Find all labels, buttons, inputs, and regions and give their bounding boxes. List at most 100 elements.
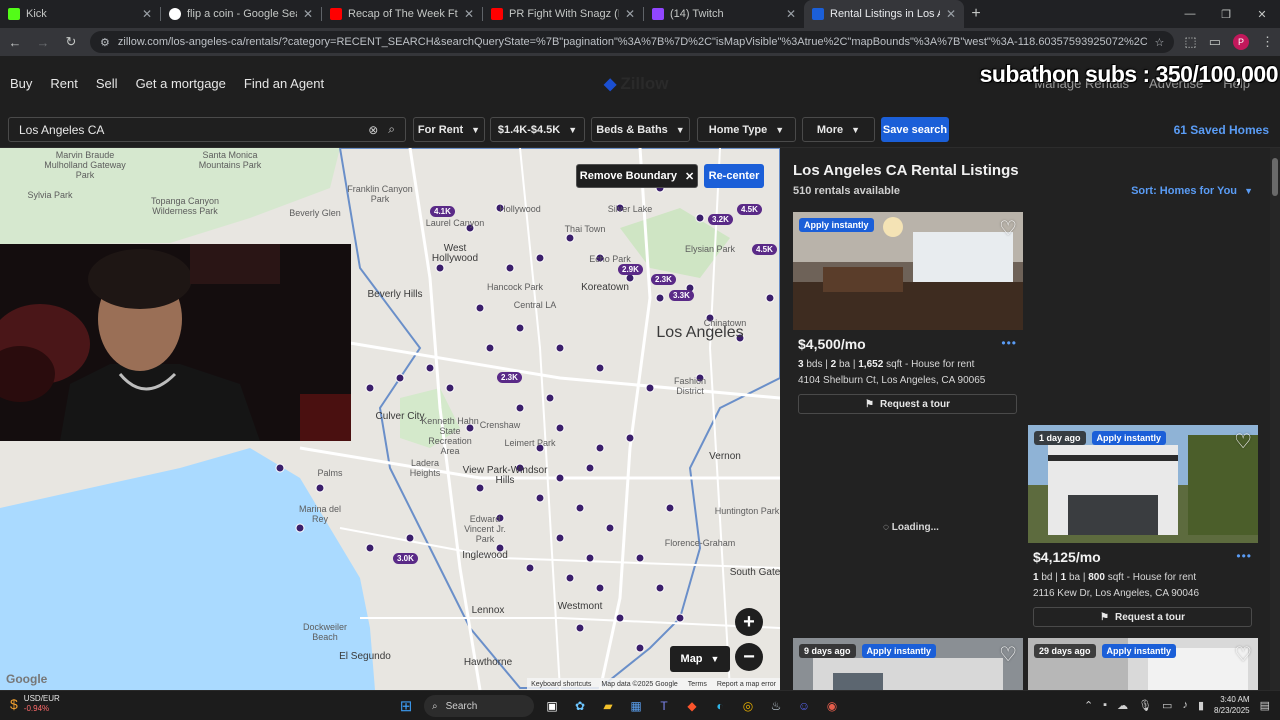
close-window-button[interactable]: ✕	[1244, 0, 1280, 28]
nav-find-agent[interactable]: Find an Agent	[244, 76, 324, 91]
task-view-icon[interactable]: ▣	[542, 696, 562, 716]
request-tour-button[interactable]: ⚑ Request a tour	[798, 394, 1017, 414]
close-icon[interactable]: ✕	[946, 7, 956, 21]
maximize-button[interactable]: ❐	[1208, 0, 1244, 28]
profile-avatar[interactable]: P	[1233, 34, 1249, 50]
listing-card[interactable]: 29 days ago Apply instantly ♡	[1028, 638, 1258, 690]
taskbar-search[interactable]: ⌕ Search	[424, 695, 534, 717]
listing-card[interactable]: 1 day ago Apply instantly ♡ $4,125/mo ••…	[1028, 425, 1258, 635]
recenter-button[interactable]: Re-center	[704, 164, 764, 188]
price-pill[interactable]: 2.3K	[497, 372, 522, 383]
microphone-icon[interactable]: 🎙	[1138, 699, 1152, 712]
close-icon[interactable]: ✕	[786, 7, 796, 21]
listing-card[interactable]: Apply instantly ♡ $4,500/mo ••• 3 bds | …	[793, 212, 1023, 422]
file-explorer-icon[interactable]: ▰	[598, 696, 618, 716]
url-input[interactable]: ⚙ zillow.com/los-angeles-ca/rentals/?cat…	[90, 31, 1175, 53]
price-pill[interactable]: 3.3K	[669, 290, 694, 301]
heart-icon[interactable]: ♡	[999, 216, 1017, 241]
steam-icon[interactable]: ♨	[766, 696, 786, 716]
price-pill[interactable]: 4.5K	[752, 244, 777, 255]
copilot-icon[interactable]: ✿	[570, 696, 590, 716]
chrome-active-icon[interactable]: ◉	[822, 696, 842, 716]
zillow-logo[interactable]: ◆ Zillow	[604, 74, 668, 94]
menu-icon[interactable]: ⋮	[1261, 34, 1274, 50]
volume-icon[interactable]: ♪	[1182, 699, 1188, 711]
close-icon[interactable]: ✕	[142, 7, 152, 21]
reload-button[interactable]: ↻	[62, 34, 80, 50]
listing-photo[interactable]: 1 day ago Apply instantly ♡	[1028, 425, 1258, 543]
listing-address[interactable]: 2116 Kew Dr, Los Angeles, CA 90046	[1033, 588, 1199, 599]
close-icon[interactable]: ✕	[625, 7, 635, 21]
request-tour-button[interactable]: ⚑ Request a tour	[1033, 607, 1252, 627]
brave-icon[interactable]: ◆	[682, 696, 702, 716]
search-icon[interactable]: ⌕	[388, 122, 395, 137]
bookmark-star-icon[interactable]: ☆	[1155, 36, 1165, 49]
clear-icon[interactable]: ⊗	[368, 123, 378, 137]
windows-start-icon[interactable]: ⊞	[396, 696, 416, 716]
extensions-icon[interactable]: ⬚	[1184, 34, 1196, 50]
price-pill[interactable]: 4.5K	[737, 204, 762, 215]
map-type-dropdown[interactable]: Map ▼	[670, 646, 730, 672]
nav-mortgage[interactable]: Get a mortgage	[136, 76, 226, 91]
battery-icon[interactable]: ▮	[1198, 699, 1204, 712]
tab-youtube-fight[interactable]: PR Fight With Snagz (Meets Up ✕	[483, 0, 643, 28]
saved-homes-link[interactable]: 61 Saved Homes	[1174, 123, 1269, 137]
more-options-icon[interactable]: •••	[1001, 336, 1017, 350]
ticker-widget[interactable]: $ USD/EUR -0.94%	[10, 694, 60, 714]
report-error-link[interactable]: Report a map error	[717, 681, 776, 688]
price-pill[interactable]: 3.2K	[708, 214, 733, 225]
side-panel-icon[interactable]: ▭	[1209, 34, 1221, 50]
tab-youtube-recap[interactable]: Recap of The Week Ft. Prbeenst ✕	[322, 0, 482, 28]
nav-sell[interactable]: Sell	[96, 76, 118, 91]
heart-icon[interactable]: ♡	[1234, 429, 1252, 454]
tab-zillow[interactable]: Rental Listings in Los Angeles C ✕	[804, 0, 964, 28]
back-button[interactable]: ←	[6, 35, 24, 50]
home-type-filter[interactable]: Home Type ▼	[697, 117, 796, 142]
listing-address[interactable]: 4104 Shelburn Ct, Los Angeles, CA 90065	[798, 375, 985, 386]
app-tray-icon[interactable]: ▪	[1103, 699, 1107, 711]
listing-photo[interactable]: 29 days ago Apply instantly ♡	[1028, 638, 1258, 690]
terms-link[interactable]: Terms	[688, 681, 707, 688]
listing-photo[interactable]: 9 days ago Apply instantly ♡	[793, 638, 1023, 690]
zoom-out-button[interactable]: −	[735, 643, 763, 671]
price-pill[interactable]: 2.3K	[651, 274, 676, 285]
more-filter[interactable]: More ▼	[802, 117, 875, 142]
nav-buy[interactable]: Buy	[10, 76, 32, 91]
price-pill[interactable]: 2.9K	[618, 264, 643, 275]
listings-scrollbar[interactable]	[1270, 148, 1280, 690]
price-filter[interactable]: $1.4K-$4.5K ▼	[490, 117, 585, 142]
tab-kick[interactable]: Kick ✕	[0, 0, 160, 28]
remove-boundary-button[interactable]: Remove Boundary ✕	[576, 164, 698, 188]
more-options-icon[interactable]: •••	[1236, 549, 1252, 563]
save-search-button[interactable]: Save search	[881, 117, 949, 142]
sort-dropdown[interactable]: Sort: Homes for You ▼	[1131, 185, 1253, 197]
heart-icon[interactable]: ♡	[999, 642, 1017, 667]
price-pill[interactable]: 3.0K	[393, 553, 418, 564]
tab-twitch[interactable]: (14) Twitch ✕	[644, 0, 804, 28]
chrome-icon[interactable]: ◎	[738, 696, 758, 716]
notifications-icon[interactable]: ▤	[1260, 699, 1270, 712]
tab-google-search[interactable]: flip a coin - Google Search ✕	[161, 0, 321, 28]
minimize-button[interactable]: —	[1172, 0, 1208, 28]
nav-rent[interactable]: Rent	[50, 76, 77, 91]
close-icon[interactable]: ✕	[464, 7, 474, 21]
heart-icon[interactable]: ♡	[1234, 642, 1252, 667]
forward-button[interactable]: →	[34, 35, 52, 50]
listing-card[interactable]: 9 days ago Apply instantly ♡	[793, 638, 1023, 690]
keyboard-shortcuts-link[interactable]: Keyboard shortcuts	[531, 681, 591, 688]
tray-overflow-icon[interactable]: ⌃	[1084, 699, 1093, 712]
new-tab-button[interactable]: +	[964, 5, 988, 23]
close-icon[interactable]: ✕	[303, 7, 313, 21]
zoom-in-button[interactable]: +	[735, 608, 763, 636]
network-icon[interactable]: ▭	[1162, 699, 1172, 712]
site-info-icon[interactable]: ⚙	[100, 36, 110, 49]
for-rent-filter[interactable]: For Rent ▼	[413, 117, 485, 142]
location-search-input[interactable]: Los Angeles CA ⊗ ⌕	[8, 117, 406, 142]
store-icon[interactable]: ▦	[626, 696, 646, 716]
cloud-icon[interactable]: ☁	[1117, 699, 1128, 712]
teams-icon[interactable]: T	[654, 696, 674, 716]
listing-photo[interactable]: Apply instantly ♡	[793, 212, 1023, 330]
clock[interactable]: 3:40 AM 8/23/2025	[1214, 694, 1250, 716]
discord-icon[interactable]: ☺	[794, 696, 814, 716]
edge-icon[interactable]: ◐	[710, 696, 730, 716]
